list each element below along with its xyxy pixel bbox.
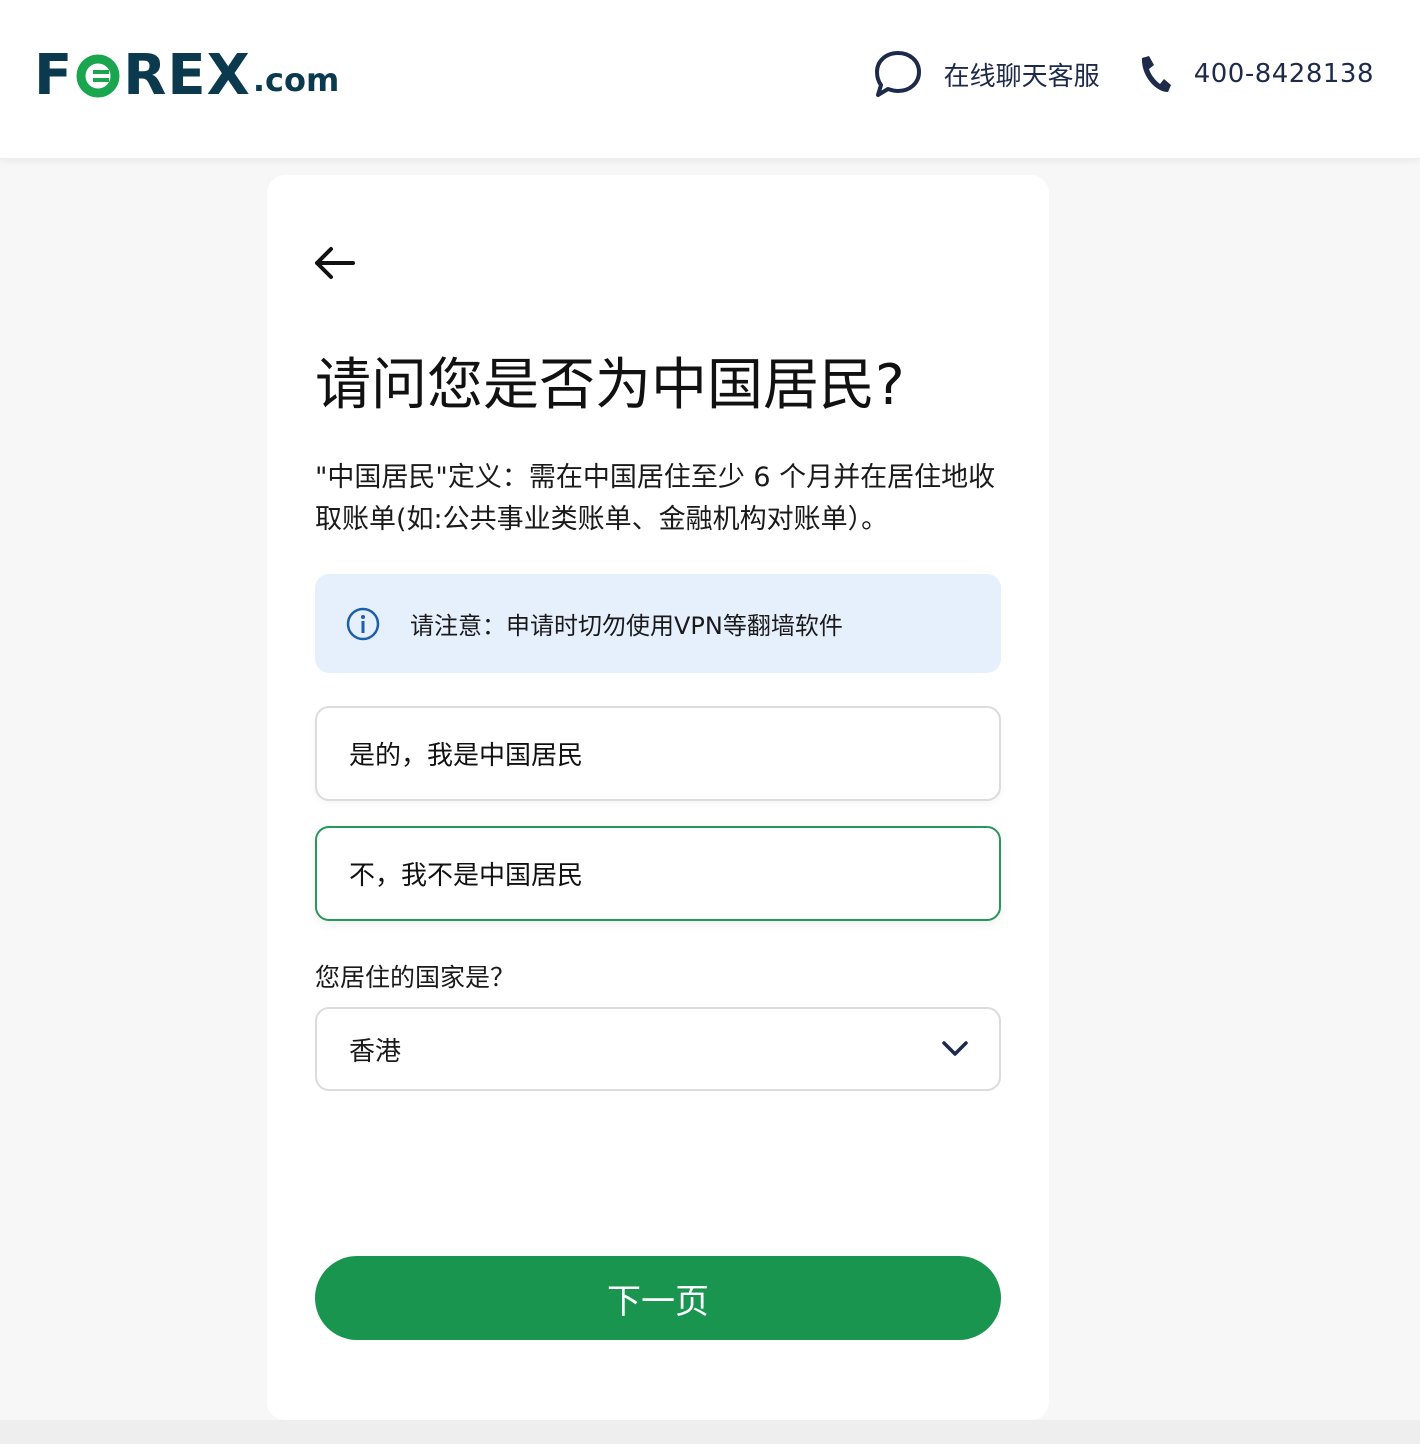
option-yes-label: 是的，我是中国居民 <box>349 741 584 771</box>
resident-definition: "中国居民"定义：需在中国居住至少 6 个月并在居住地收取账单(如:公共事业类账… <box>315 462 996 535</box>
residency-form-card: 请问您是否为中国居民? "中国居民"定义：需在中国居住至少 6 个月并在居住地收… <box>267 175 1049 1420</box>
phone-link[interactable]: 400-8428138 <box>1138 54 1374 94</box>
live-chat-label: 在线聊天客服 <box>943 61 1100 92</box>
option-not-resident[interactable]: 不，我不是中国居民 <box>315 826 1001 921</box>
phone-icon <box>1141 56 1171 92</box>
chevron-down-icon <box>942 1041 968 1056</box>
option-yes-resident[interactable]: 是的，我是中国居民 <box>315 706 1001 801</box>
logo-letters-rex: REX <box>123 43 251 108</box>
country-question: 您居住的国家是？ <box>315 963 516 992</box>
notice-text: 请注意：申请时切勿使用VPN等翻墙软件 <box>410 612 843 640</box>
logo-wordmark: F REX <box>34 48 251 104</box>
page-footer-strip <box>0 1420 1420 1444</box>
site-header: F REX .com 在线聊天客服 400-8428138 <box>0 0 1420 159</box>
back-button[interactable] <box>311 241 359 285</box>
header-contact: 在线聊天客服 400-8428138 <box>872 46 1374 102</box>
forex-logo[interactable]: F REX .com <box>34 44 339 104</box>
chat-bubble-icon <box>874 51 921 97</box>
page-title: 请问您是否为中国居民? <box>315 353 905 418</box>
logo-dotcom: .com <box>252 61 340 99</box>
country-select-value: 香港 <box>349 1036 402 1067</box>
phone-number: 400-8428138 <box>1193 59 1374 89</box>
arrow-left-icon <box>315 247 355 279</box>
info-icon <box>346 607 380 640</box>
vpn-notice: 请注意：申请时切勿使用VPN等翻墙软件 <box>315 574 1001 673</box>
next-page-button[interactable]: 下一页 <box>315 1256 1001 1340</box>
country-select[interactable]: 香港 <box>315 1007 1001 1091</box>
option-no-label: 不，我不是中国居民 <box>349 861 584 891</box>
logo-o-icon <box>75 53 121 99</box>
logo-letter-f: F <box>34 43 74 108</box>
live-chat-link[interactable]: 在线聊天客服 <box>872 48 1100 100</box>
